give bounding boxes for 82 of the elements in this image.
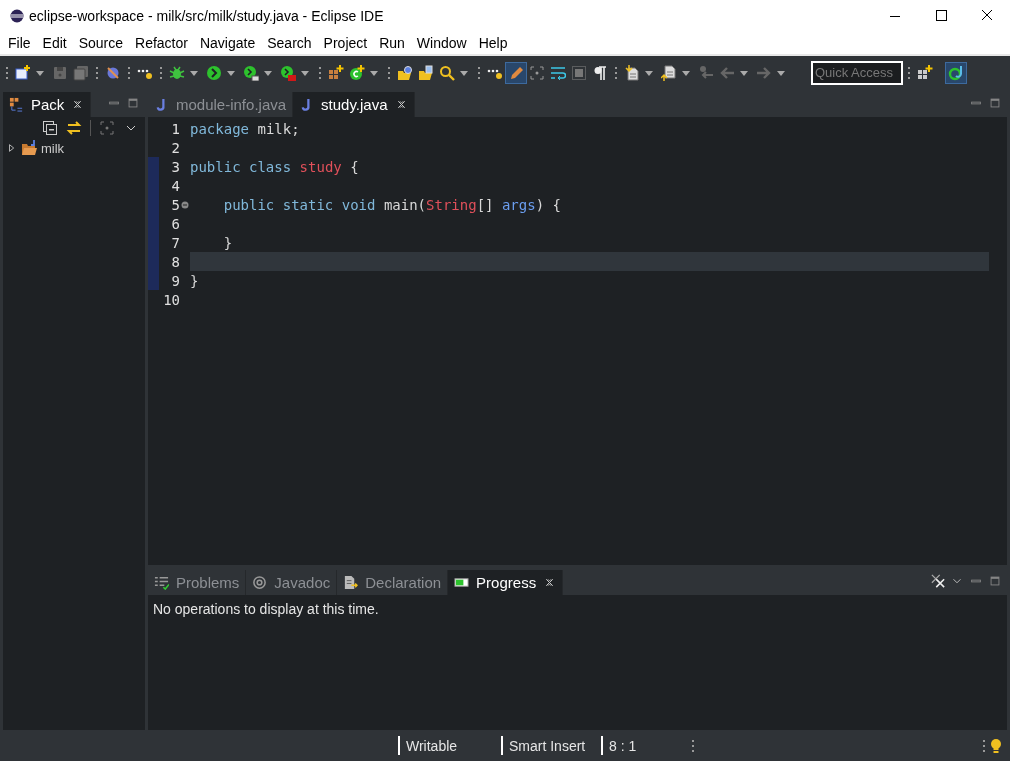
next-annotation-icon[interactable] <box>622 62 642 83</box>
collapse-all-icon[interactable] <box>42 120 58 136</box>
toolbar-grip <box>318 64 322 81</box>
dropdown-caret-icon[interactable] <box>739 68 749 77</box>
dropdown-caret-icon[interactable] <box>300 68 310 77</box>
menu-item[interactable]: Run <box>373 35 411 51</box>
java-perspective-icon[interactable] <box>946 62 966 83</box>
menu-item[interactable]: Source <box>72 35 130 51</box>
status-text: Smart Insert <box>508 737 587 754</box>
open-task-icon[interactable] <box>416 62 436 83</box>
menu-item[interactable]: Edit <box>36 35 73 51</box>
toolbar-grip <box>5 64 9 81</box>
toolbar-grip <box>95 64 99 81</box>
menu-item[interactable]: Window <box>410 35 473 51</box>
line-number: 10 <box>163 291 180 308</box>
link-icon[interactable] <box>66 120 82 136</box>
view-tab[interactable]: Pack <box>3 92 92 117</box>
tip-bulb-icon[interactable] <box>988 737 1004 754</box>
menu-item[interactable]: File <box>2 35 37 51</box>
remove-all-icon[interactable] <box>931 574 945 588</box>
line-number: 6 <box>171 215 180 232</box>
status-text: Writable <box>405 737 459 754</box>
status-text: 8 : 1 <box>608 737 638 754</box>
quick-access-field[interactable]: Quick Access <box>811 60 903 85</box>
fold-icon[interactable] <box>181 200 189 209</box>
project-folder-icon <box>21 140 37 156</box>
toolbar-grip <box>691 737 695 754</box>
status-message: No operations to display at this time. <box>152 600 380 619</box>
line-number: 5 <box>171 196 180 213</box>
toolbar-grip <box>614 64 618 81</box>
collapsed-arrow-icon[interactable] <box>7 143 17 153</box>
dropdown-caret-icon[interactable] <box>776 68 786 77</box>
menu-item[interactable]: Project <box>317 35 374 51</box>
dropdown-caret-icon[interactable] <box>681 68 691 77</box>
line-number: 9 <box>171 272 180 289</box>
package-explorer-icon <box>9 97 24 112</box>
previous-annotation-icon[interactable] <box>659 62 679 83</box>
problems-icon <box>154 575 169 590</box>
maximize-icon[interactable] <box>988 96 1002 110</box>
line-number: 3 <box>171 158 180 175</box>
toolbar-grip <box>982 737 986 754</box>
declaration-icon <box>343 575 359 590</box>
new-class-icon[interactable] <box>347 62 367 83</box>
toolbar-grip <box>127 64 131 81</box>
view-tab[interactable]: Problems <box>148 570 247 595</box>
dropdown-caret-icon[interactable] <box>263 68 273 77</box>
code-line: public class study { <box>190 158 359 175</box>
view-tab[interactable]: Progress <box>448 570 564 595</box>
progress-icon <box>454 575 470 590</box>
new-file-icon[interactable] <box>13 62 33 83</box>
menu-item[interactable]: Refactor <box>129 35 194 51</box>
code-line: } <box>190 272 199 289</box>
dropdown-caret-icon[interactable] <box>459 68 469 77</box>
view-tab[interactable]: study.java <box>293 92 415 117</box>
toolbar-grip <box>907 64 911 81</box>
toolbar-grip <box>387 64 391 81</box>
code-line: public static void main(String[] args) { <box>223 196 561 213</box>
dropdown-caret-icon[interactable] <box>226 68 236 77</box>
app-icon <box>10 9 24 23</box>
line-number: 2 <box>171 139 180 156</box>
maximize-icon[interactable] <box>126 96 140 110</box>
focus-icon[interactable] <box>99 120 115 136</box>
line-number: 8 <box>171 253 180 270</box>
code-line: package milk; <box>190 120 300 137</box>
maximize-icon[interactable] <box>988 574 1002 588</box>
line-number: 4 <box>171 177 180 194</box>
view-tab[interactable]: Javadoc <box>246 570 338 595</box>
window-title: eclipse-workspace - milk/src/milk/study.java - Eclipse IDE <box>29 8 384 24</box>
line-number: 7 <box>171 234 180 251</box>
menu-item[interactable]: Search <box>261 35 318 51</box>
line-number: 1 <box>171 120 180 137</box>
tree-item[interactable]: milk <box>41 140 65 156</box>
toolbar-grip <box>477 64 481 81</box>
menu-item[interactable]: Navigate <box>193 35 262 51</box>
toolbar-grip <box>159 64 163 81</box>
dropdown-caret-icon[interactable] <box>644 68 654 77</box>
menu-item[interactable]: Help <box>472 35 514 51</box>
dropdown-caret-icon[interactable] <box>189 68 199 77</box>
highlight-toggle-button[interactable] <box>506 62 526 83</box>
dropdown-caret-icon[interactable] <box>369 68 379 77</box>
dropdown-caret-icon[interactable] <box>35 68 45 77</box>
code-line: } <box>223 234 233 251</box>
